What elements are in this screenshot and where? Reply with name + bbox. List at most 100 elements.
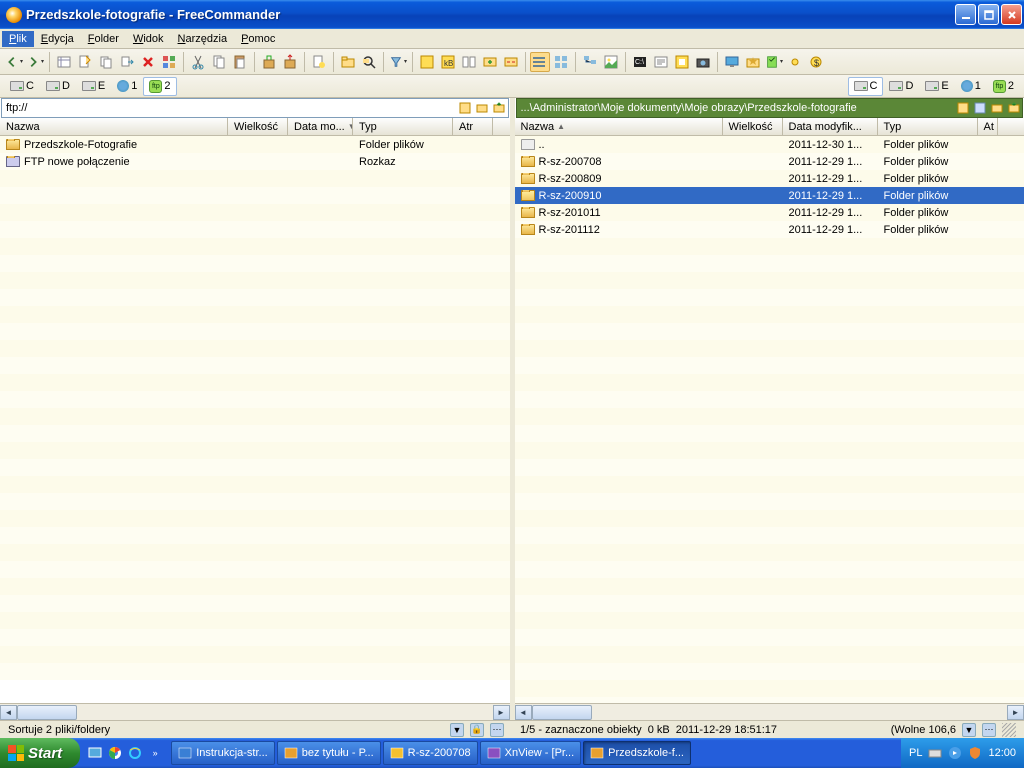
clock[interactable]: 12:00	[988, 747, 1016, 759]
ie-icon[interactable]	[126, 744, 144, 762]
history-icon[interactable]	[955, 101, 970, 116]
list-item[interactable]: Przedszkole-FotografieFolder plików	[0, 136, 510, 153]
properties-button[interactable]	[159, 52, 179, 72]
thumb-view-icon[interactable]	[551, 52, 571, 72]
keyboard-icon[interactable]	[928, 746, 942, 760]
chrome-icon[interactable]	[106, 744, 124, 762]
column-typ[interactable]: Typ	[353, 118, 453, 135]
column-data mo...[interactable]: Data mo...▼	[288, 118, 353, 135]
start-button[interactable]: Start	[0, 738, 80, 768]
left-file-list[interactable]: Przedszkole-FotografieFolder plikówFTP n…	[0, 136, 510, 703]
minimize-button[interactable]	[955, 4, 976, 25]
view-button[interactable]	[54, 52, 74, 72]
size-button[interactable]: kB	[438, 52, 458, 72]
menu-narzędzia[interactable]: Narzędzia	[171, 31, 235, 47]
drive-2[interactable]: ftp2	[987, 77, 1020, 96]
drive-C[interactable]: C	[848, 77, 884, 96]
copy-clipboard-icon[interactable]	[209, 52, 229, 72]
list-view-icon[interactable]	[530, 52, 550, 72]
language-indicator[interactable]: PL	[909, 747, 922, 759]
desktop-icon[interactable]	[722, 52, 742, 72]
scroll-left-icon[interactable]: ◄	[515, 705, 532, 720]
unpack-icon[interactable]	[280, 52, 300, 72]
tree-icon[interactable]	[580, 52, 600, 72]
newfile-icon[interactable]	[309, 52, 329, 72]
move-button[interactable]	[117, 52, 137, 72]
taskbar-item[interactable]: bez tytułu - P...	[277, 741, 381, 765]
close-button[interactable]	[1001, 4, 1022, 25]
screenshot-icon[interactable]	[672, 52, 692, 72]
show-desktop-icon[interactable]	[86, 744, 104, 762]
tray-chevron-icon[interactable]	[948, 746, 962, 760]
menu-plik[interactable]: Plik	[2, 31, 34, 47]
delete-button[interactable]	[138, 52, 158, 72]
right-path-bar[interactable]: ...\Administrator\Moje dokumenty\Moje ob…	[516, 98, 1024, 118]
drive-D[interactable]: D	[40, 77, 76, 96]
scroll-left-icon[interactable]: ◄	[0, 705, 17, 720]
newfolder-icon[interactable]	[338, 52, 358, 72]
list-item[interactable]: ..2011-12-30 1...Folder plików	[515, 136, 1024, 153]
left-path-bar[interactable]: ftp://	[1, 98, 509, 118]
multirename-icon[interactable]	[501, 52, 521, 72]
right-file-list[interactable]: ..2011-12-30 1...Folder plikówR-sz-20070…	[515, 136, 1024, 703]
select-button[interactable]	[417, 52, 437, 72]
column-typ[interactable]: Typ	[878, 118, 978, 135]
resize-grip[interactable]	[1002, 723, 1016, 737]
menu-folder[interactable]: Folder	[81, 31, 126, 47]
scroll-right-icon[interactable]: ►	[493, 705, 510, 720]
favorite-icon[interactable]	[475, 101, 490, 116]
goto-icon[interactable]	[972, 101, 987, 116]
maximize-button[interactable]	[978, 4, 999, 25]
column-nazwa[interactable]: Nazwa	[0, 118, 228, 135]
help-icon[interactable]: $	[806, 52, 826, 72]
filter-icon[interactable]: ▼	[962, 723, 976, 737]
compare-icon[interactable]	[459, 52, 479, 72]
list-item[interactable]: R-sz-2008092011-12-29 1...Folder plików	[515, 170, 1024, 187]
taskbar-item[interactable]: Przedszkole-f...	[583, 741, 691, 765]
right-scrollbar[interactable]: ◄ ►	[515, 703, 1024, 720]
drive-E[interactable]: E	[76, 77, 111, 96]
list-item[interactable]: R-sz-2007082011-12-29 1...Folder plików	[515, 153, 1024, 170]
drive-C[interactable]: C	[4, 77, 40, 96]
options-icon[interactable]: ⋯	[490, 723, 504, 737]
preview-icon[interactable]	[601, 52, 621, 72]
back-button[interactable]	[4, 52, 24, 72]
column-wielkość[interactable]: Wielkość	[723, 118, 783, 135]
menu-edycja[interactable]: Edycja	[34, 31, 81, 47]
drive-E[interactable]: E	[919, 77, 954, 96]
filter-icon[interactable]	[388, 52, 408, 72]
drive-1[interactable]: 1	[955, 77, 987, 96]
drive-2[interactable]: ftp2	[143, 77, 176, 96]
drive-D[interactable]: D	[883, 77, 919, 96]
options-icon[interactable]: ⋯	[982, 723, 996, 737]
lock-icon[interactable]: 🔒	[470, 723, 484, 737]
folder-up-icon[interactable]	[492, 101, 507, 116]
find-icon[interactable]	[359, 52, 379, 72]
menu-widok[interactable]: Widok	[126, 31, 171, 47]
cmd-icon[interactable]: C:\	[630, 52, 650, 72]
gear-icon[interactable]	[785, 52, 805, 72]
left-scrollbar[interactable]: ◄ ►	[0, 703, 510, 720]
scroll-right-icon[interactable]: ►	[1007, 705, 1024, 720]
list-item[interactable]: R-sz-2010112011-12-29 1...Folder plików	[515, 204, 1024, 221]
edit-button[interactable]	[75, 52, 95, 72]
taskbar-item[interactable]: R-sz-200708	[383, 741, 478, 765]
left-path-text[interactable]: ftp://	[2, 102, 457, 114]
column-atr[interactable]: Atr	[453, 118, 493, 135]
list-item[interactable]: R-sz-2009102011-12-29 1...Folder plików	[515, 187, 1024, 204]
column-nazwa[interactable]: Nazwa▲	[515, 118, 723, 135]
history-icon[interactable]	[458, 101, 473, 116]
dos-icon[interactable]	[651, 52, 671, 72]
favorite-icon[interactable]	[989, 101, 1004, 116]
right-path-text[interactable]: ...\Administrator\Moje dokumenty\Moje ob…	[517, 102, 955, 114]
menu-pomoc[interactable]: Pomoc	[234, 31, 282, 47]
pack-icon[interactable]	[259, 52, 279, 72]
drive-1[interactable]: 1	[111, 77, 143, 96]
taskbar-item[interactable]: XnView - [Pr...	[480, 741, 582, 765]
favorites-icon[interactable]	[743, 52, 763, 72]
column-wielkość[interactable]: Wielkość	[228, 118, 288, 135]
taskbar-item[interactable]: Instrukcja-str...	[171, 741, 275, 765]
filter-icon[interactable]: ▼	[450, 723, 464, 737]
list-item[interactable]: FTP nowe połączenieRozkaz	[0, 153, 510, 170]
copy-button[interactable]	[96, 52, 116, 72]
